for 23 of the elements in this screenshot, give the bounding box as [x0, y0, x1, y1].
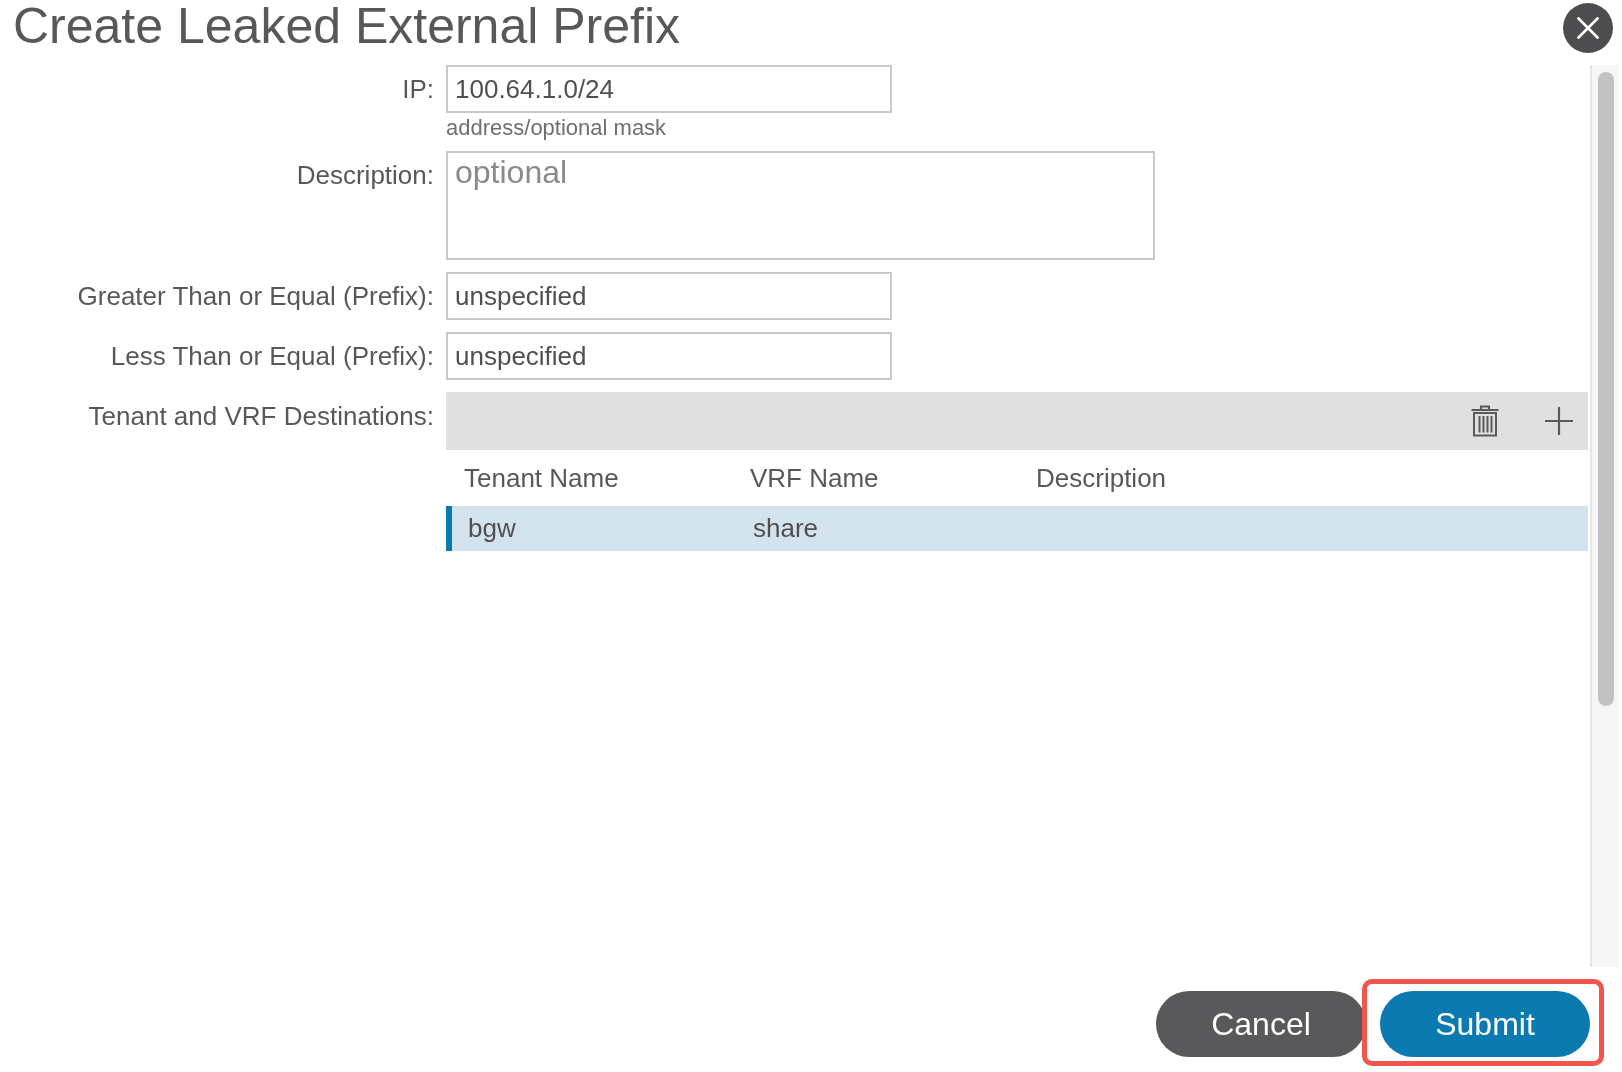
field-label: Description: — [295, 159, 434, 192]
column-header: VRF Name — [750, 462, 879, 493]
field-label: IP: — [401, 73, 434, 106]
close-button[interactable] — [1563, 3, 1613, 53]
close-icon — [1577, 17, 1599, 39]
scrollbar-thumb[interactable] — [1597, 72, 1614, 706]
table-cell: bgw — [468, 513, 516, 543]
submit-button[interactable]: Submit — [1380, 991, 1590, 1057]
plus-icon[interactable] — [1545, 407, 1573, 435]
field-label: Tenant and VRF Destinations: — [87, 400, 434, 433]
dialog-title: Create Leaked External Prefix — [13, 0, 681, 54]
table-row[interactable]: bgw share — [446, 506, 1588, 551]
table-cell: share — [753, 513, 819, 543]
field-label: Greater Than or Equal (Prefix): — [76, 280, 434, 313]
column-header: Description — [1036, 462, 1167, 493]
field-hint: address/optional mask — [446, 117, 668, 139]
input-field[interactable]: 100.64.1.0/24 — [446, 65, 892, 113]
input-field[interactable]: unspecified — [446, 272, 892, 320]
column-header: Tenant Name — [464, 462, 619, 493]
input-field[interactable]: unspecified — [446, 332, 892, 380]
trash-icon[interactable] — [1470, 405, 1500, 437]
description-textarea[interactable]: optional — [446, 151, 1155, 260]
field-label: Less Than or Equal (Prefix): — [109, 340, 434, 373]
